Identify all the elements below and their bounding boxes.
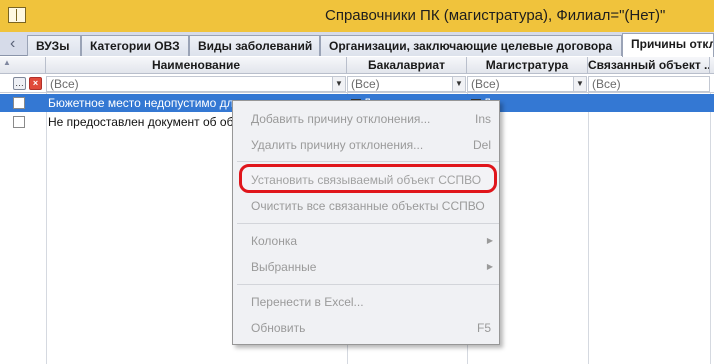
menu-item-shortcut: Del bbox=[472, 138, 491, 152]
annotation-highlight bbox=[239, 164, 497, 193]
menu-item-label: Выбранные bbox=[251, 260, 317, 274]
column-header-name[interactable]: Наименование bbox=[46, 57, 347, 74]
filter-options-icon[interactable]: … bbox=[13, 77, 26, 90]
menu-item-shortcut: Ins bbox=[474, 112, 491, 126]
window-title: Справочники ПК (магистратура), Филиал="(… bbox=[325, 7, 666, 24]
menu-item-selected[interactable]: Выбранные ▶ bbox=[237, 256, 499, 278]
filter-clear-icon[interactable]: × bbox=[29, 77, 42, 90]
menu-item-export-excel[interactable]: Перенести в Excel... bbox=[237, 291, 499, 313]
tab-bar: ‹ ВУЗы Категории ОВЗ Виды заболеваний Ор… bbox=[0, 32, 714, 57]
filter-master[interactable]: (Все) ▼ bbox=[467, 76, 587, 92]
tab-organizations[interactable]: Организации, заключающие целевые договор… bbox=[320, 35, 622, 56]
column-header-linked-object[interactable]: Связанный объект ... bbox=[588, 57, 710, 74]
tab-scroll-left-icon[interactable]: ‹ bbox=[10, 36, 20, 54]
row-checkbox[interactable] bbox=[13, 116, 25, 128]
filter-row: … × (Все) ▼ (Все) ▼ (Все) ▼ (Все) bbox=[0, 75, 714, 93]
menu-item-refresh[interactable]: Обновить F5 bbox=[237, 317, 499, 339]
window-titlebar: Справочники ПК (магистратура), Филиал="(… bbox=[0, 0, 714, 32]
app-icon[interactable] bbox=[8, 7, 26, 23]
submenu-arrow-icon: ▶ bbox=[486, 262, 493, 271]
menu-item-label: Обновить bbox=[251, 321, 306, 335]
submenu-arrow-icon: ▶ bbox=[486, 236, 493, 245]
header-corner: ▲ bbox=[0, 57, 46, 74]
tab-rejection-reasons[interactable]: Причины откл bbox=[622, 33, 714, 57]
filter-linked-object[interactable]: (Все) bbox=[588, 76, 710, 92]
tab-disease-types[interactable]: Виды заболеваний bbox=[189, 35, 320, 56]
menu-item-label: Очистить все связанные объекты ССПВО bbox=[251, 199, 485, 213]
filter-name[interactable]: (Все) ▼ bbox=[46, 76, 346, 92]
menu-item-label: Колонка bbox=[251, 234, 298, 248]
dropdown-arrow-icon[interactable]: ▼ bbox=[332, 77, 345, 91]
grid-line bbox=[588, 93, 589, 364]
menu-separator bbox=[237, 223, 499, 224]
dropdown-arrow-icon[interactable]: ▼ bbox=[452, 77, 465, 91]
menu-item-label: Добавить причину отклонения... bbox=[251, 112, 431, 126]
column-header-master[interactable]: Магистратура bbox=[467, 57, 588, 74]
grid-header: ▲ Наименование Бакалавриат Магистратура … bbox=[0, 57, 714, 74]
menu-item-clear-linked-objects[interactable]: Очистить все связанные объекты ССПВО bbox=[237, 195, 499, 217]
filter-bachelor[interactable]: (Все) ▼ bbox=[347, 76, 466, 92]
menu-item-shortcut: F5 bbox=[476, 321, 491, 335]
tab-vuzy[interactable]: ВУЗы bbox=[27, 35, 81, 56]
filter-name-value: (Все) bbox=[50, 77, 79, 91]
grid-line bbox=[710, 93, 711, 364]
menu-separator bbox=[237, 161, 499, 162]
column-header-bachelor[interactable]: Бакалавриат bbox=[347, 57, 467, 74]
menu-separator bbox=[237, 284, 499, 285]
menu-item-column[interactable]: Колонка ▶ bbox=[237, 230, 499, 252]
menu-item-label: Перенести в Excel... bbox=[251, 295, 364, 309]
row-name: Не предоставлен документ об об bbox=[48, 115, 234, 129]
filter-bachelor-value: (Все) bbox=[351, 77, 380, 91]
row-checkbox[interactable] bbox=[13, 97, 25, 109]
context-menu: Добавить причину отклонения... Ins Удали… bbox=[232, 100, 500, 345]
menu-item-delete-reason[interactable]: Удалить причину отклонения... Del bbox=[237, 134, 499, 156]
filter-linked-value: (Все) bbox=[592, 77, 621, 91]
menu-item-label: Удалить причину отклонения... bbox=[251, 138, 424, 152]
sort-icon[interactable]: ▲ bbox=[3, 59, 11, 67]
grid-line bbox=[46, 93, 47, 364]
tab-categories-ovz[interactable]: Категории ОВЗ bbox=[81, 35, 189, 56]
dropdown-arrow-icon[interactable]: ▼ bbox=[573, 77, 586, 91]
menu-item-add-reason[interactable]: Добавить причину отклонения... Ins bbox=[237, 108, 499, 130]
filter-master-value: (Все) bbox=[471, 77, 500, 91]
